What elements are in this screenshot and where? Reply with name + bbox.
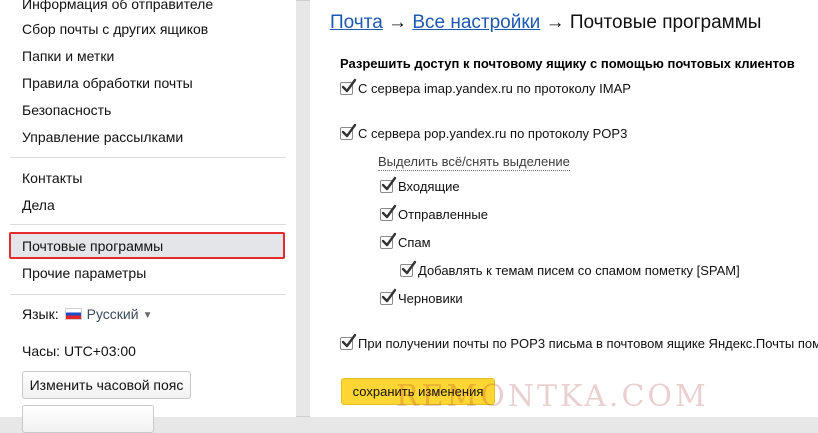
breadcrumb-link-all-settings[interactable]: Все настройки	[412, 12, 540, 33]
sidebar-item-contacts[interactable]: Контакты	[22, 169, 82, 187]
sidebar-item-security[interactable]: Безопасность	[22, 101, 111, 119]
sidebar-divider	[10, 294, 286, 295]
checkbox-checked-icon	[341, 78, 357, 93]
sidebar-item-folders-labels[interactable]: Папки и метки	[22, 47, 114, 65]
page-title: Почтовые программы	[569, 12, 762, 33]
timezone-label: Часы:	[22, 343, 61, 359]
folder-sent-option: Отправленные	[380, 204, 488, 223]
folder-spam-label: Спам	[398, 235, 431, 250]
settings-main-panel: Почта → Все настройки → Почтовые програм…	[310, 0, 818, 417]
sidebar-divider	[10, 157, 286, 158]
russia-flag-icon	[64, 308, 82, 320]
spam-tag-checkbox[interactable]	[400, 260, 417, 277]
checkbox-checked-icon	[341, 123, 357, 138]
sidebar-item-sender-info[interactable]: Информация об отправителе	[22, 0, 213, 13]
settings-sidebar: Информация об отправителе Сбор почты с д…	[0, 0, 296, 433]
checkbox-checked-icon	[381, 232, 397, 247]
folder-sent-checkbox[interactable]	[380, 204, 397, 221]
spam-tag-label: Добавлять к темам писем со спамом пометк…	[418, 263, 740, 278]
save-changes-button[interactable]: сохранить изменения	[341, 378, 495, 405]
checkbox-checked-icon	[381, 288, 397, 303]
pop3-checkbox[interactable]	[340, 123, 357, 140]
checkbox-checked-icon	[341, 333, 357, 348]
folder-drafts-checkbox[interactable]	[380, 288, 397, 305]
timezone-value: UTC+03:00	[63, 343, 136, 359]
pop3-note-option: При получении почты по POP3 письма в поч…	[340, 333, 818, 352]
language-select[interactable]: Русский	[87, 306, 139, 322]
pop3-note-checkbox[interactable]	[340, 333, 357, 350]
folder-inbox-option: Входящие	[380, 176, 460, 195]
checkbox-checked-icon	[381, 204, 397, 219]
language-row: Язык: Русский ▼	[22, 305, 152, 325]
imap-option-label: С сервера imap.yandex.ru по протоколу IM…	[358, 81, 631, 96]
sidebar-item-mail-collection[interactable]: Сбор почты с других ящиков	[22, 20, 208, 38]
select-all-link[interactable]: Выделить всё/снять выделение	[378, 154, 570, 171]
breadcrumb-separator: →	[388, 12, 408, 33]
breadcrumb-separator: →	[545, 12, 565, 33]
folder-inbox-checkbox[interactable]	[380, 176, 397, 193]
breadcrumb: Почта → Все настройки → Почтовые програм…	[330, 11, 761, 35]
change-timezone-button[interactable]: Изменить часовой пояс	[22, 371, 191, 399]
sidebar-item-mail-clients[interactable]: Почтовые программы	[22, 237, 163, 255]
sidebar-item-other-settings[interactable]: Прочие параметры	[22, 264, 146, 282]
breadcrumb-link-mail[interactable]: Почта	[330, 12, 383, 33]
pop3-note-label: При получении почты по POP3 письма в поч…	[358, 336, 818, 351]
caret-down-icon[interactable]: ▼	[143, 307, 153, 325]
folder-drafts-label: Черновики	[398, 291, 463, 306]
imap-option: С сервера imap.yandex.ru по протоколу IM…	[340, 78, 631, 97]
sidebar-item-tasks[interactable]: Дела	[22, 196, 55, 214]
folder-spam-option: Спам	[380, 232, 431, 251]
language-label: Язык:	[22, 306, 59, 322]
spam-tag-option: Добавлять к темам писем со спамом пометк…	[400, 260, 740, 279]
pop3-option: С сервера pop.yandex.ru по протоколу POP…	[340, 123, 628, 142]
folder-spam-checkbox[interactable]	[380, 232, 397, 249]
sidebar-item-mail-rules[interactable]: Правила обработки почты	[22, 74, 193, 92]
checkbox-checked-icon	[381, 176, 397, 191]
folder-drafts-option: Черновики	[380, 288, 463, 307]
pop3-option-label: С сервера pop.yandex.ru по протоколу POP…	[358, 126, 628, 141]
checkbox-checked-icon	[401, 260, 417, 275]
timezone-row: Часы: UTC+03:00	[22, 342, 136, 360]
sidebar-item-subscriptions[interactable]: Управление рассылками	[22, 128, 183, 146]
imap-checkbox[interactable]	[340, 78, 357, 95]
sidebar-extra-button[interactable]	[22, 405, 154, 433]
folder-inbox-label: Входящие	[398, 179, 460, 194]
sidebar-divider	[10, 224, 286, 225]
section-title: Разрешить доступ к почтовому ящику с пом…	[340, 56, 795, 71]
folder-sent-label: Отправленные	[398, 207, 488, 222]
